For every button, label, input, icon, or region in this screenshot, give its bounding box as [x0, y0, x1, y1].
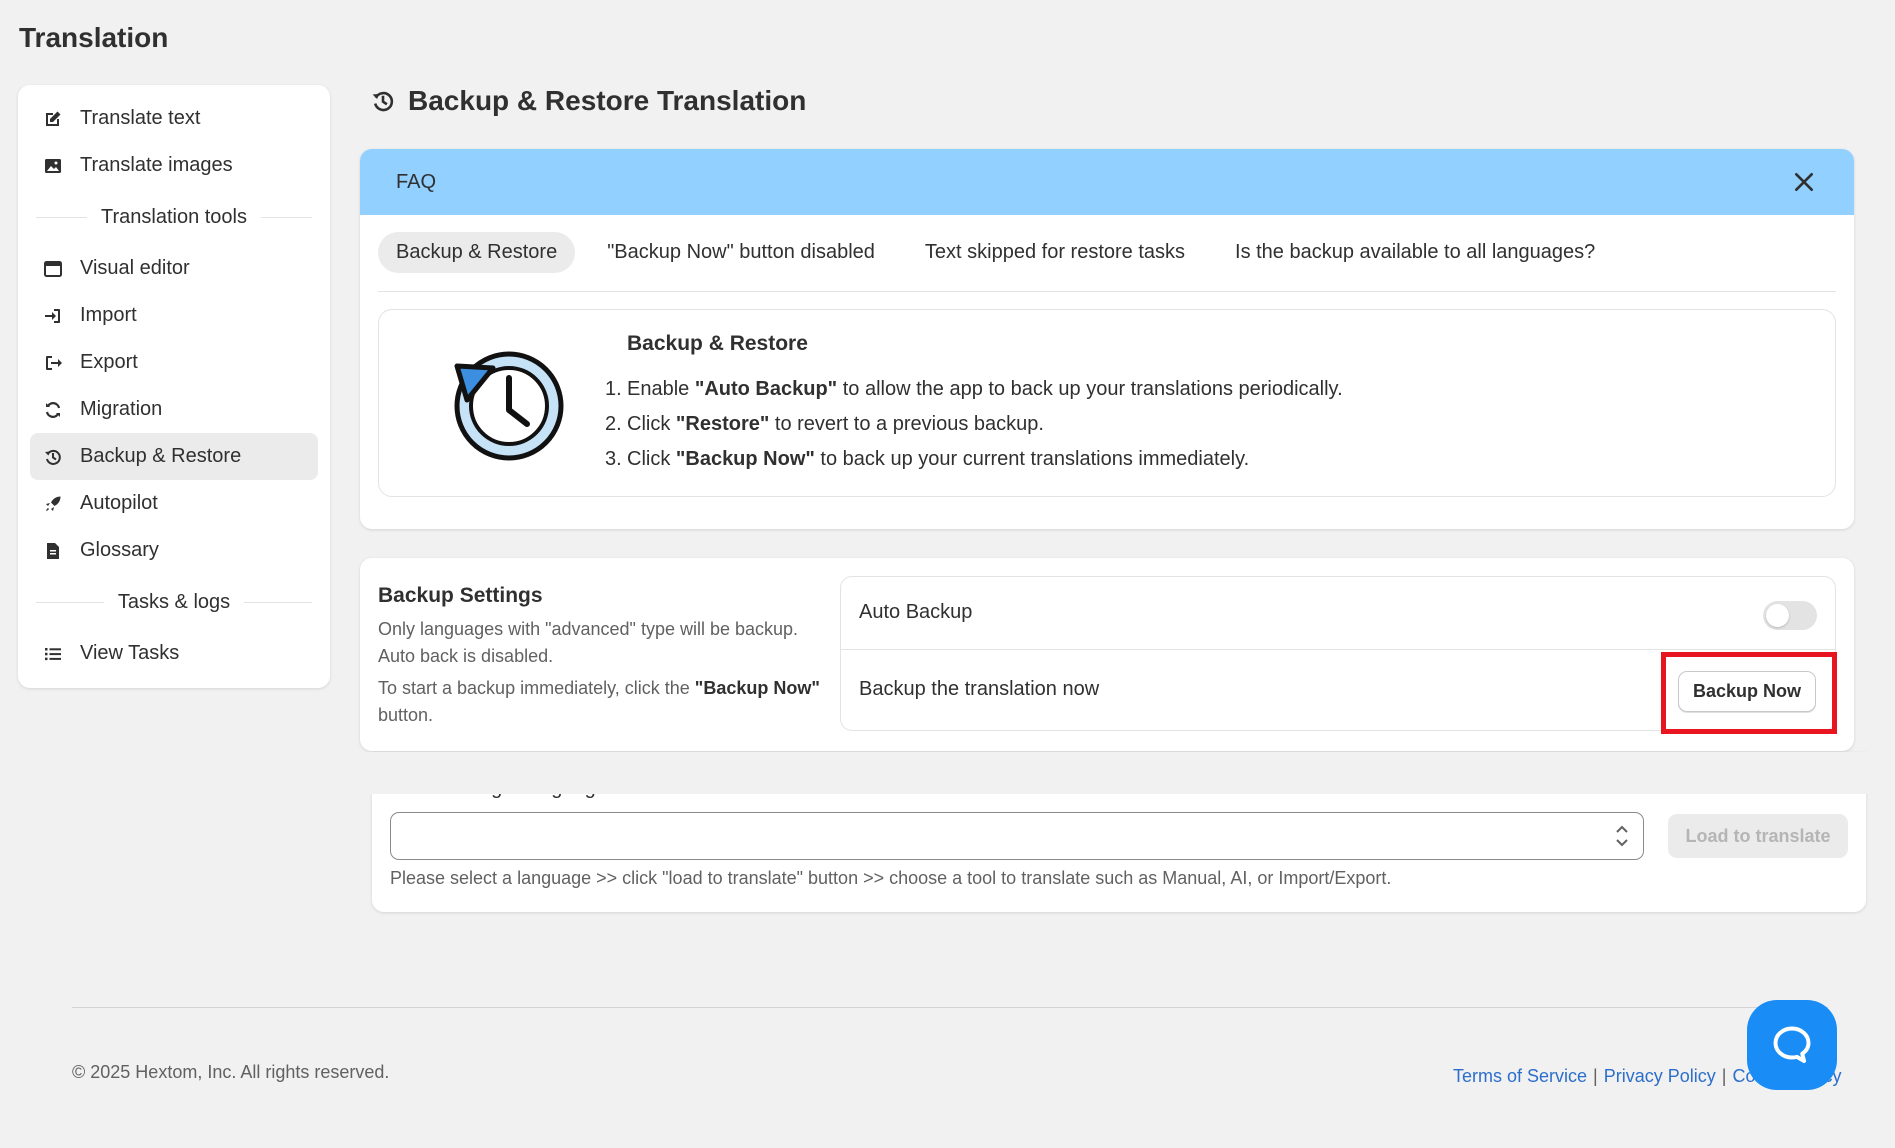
sidebar-item-visual-editor[interactable]: Visual editor [30, 245, 318, 292]
sidebar: Translate text Translate images Translat… [18, 85, 330, 688]
sidebar-item-label: Autopilot [80, 492, 158, 514]
sidebar-item-translate-text[interactable]: Translate text [30, 95, 318, 142]
copyright: © 2025 Hextom, Inc. All rights reserved. [72, 1062, 390, 1082]
faq-title: FAQ [396, 170, 437, 193]
main-title: Backup & Restore Translation [370, 85, 806, 117]
chat-button[interactable] [1747, 1000, 1837, 1090]
section-label: Translation tools [101, 205, 247, 228]
list-icon [42, 643, 64, 665]
section-translation-tools: Translation tools [30, 189, 318, 245]
sidebar-item-label: Migration [80, 398, 163, 420]
target-language-select[interactable] [390, 812, 1644, 860]
backup-settings-title: Backup Settings [378, 584, 543, 607]
footer-divider [72, 1007, 1828, 1008]
close-icon[interactable] [1790, 168, 1818, 196]
sidebar-item-glossary[interactable]: Glossary [30, 527, 318, 574]
browser-window-icon [42, 258, 64, 280]
sidebar-item-migration[interactable]: Migration [30, 386, 318, 433]
section-label: Tasks & logs [117, 590, 231, 613]
faq-content-box: Backup & Restore 1. Enable "Auto Backup" … [378, 309, 1836, 497]
faq-tab-text-skipped[interactable]: Text skipped for restore tasks [907, 232, 1203, 273]
faq-card: FAQ Backup & Restore "Backup Now" button… [360, 149, 1854, 529]
privacy-policy-link[interactable]: Privacy Policy [1604, 1066, 1716, 1086]
edit-icon [42, 108, 64, 130]
sidebar-item-label: View Tasks [80, 642, 180, 664]
backup-now-label: Backup the translation now [859, 678, 1100, 700]
export-icon [42, 352, 64, 374]
sidebar-item-translate-images[interactable]: Translate images [30, 142, 318, 189]
settings-desc-line: Only languages with "advanced" type will… [378, 619, 799, 639]
sidebar-item-autopilot[interactable]: Autopilot [30, 480, 318, 527]
faq-tabs: Backup & Restore "Backup Now" button dis… [378, 232, 1836, 292]
settings-desc-line: To start a backup immediately, click the… [378, 678, 820, 725]
faq-tab-backup-restore[interactable]: Backup & Restore [378, 232, 576, 273]
document-icon [42, 540, 64, 562]
select-arrows-icon [1616, 825, 1628, 847]
sidebar-item-label: Backup & Restore [80, 445, 242, 467]
main-title-text: Backup & Restore Translation [408, 85, 807, 116]
settings-desc-line: Auto back is disabled. [378, 646, 554, 666]
history-icon [372, 91, 394, 112]
backup-settings-card: Backup Settings Only languages with "adv… [360, 558, 1854, 751]
target-language-help: Please select a language >> click "load … [390, 868, 1392, 888]
sidebar-item-label: Translate text [80, 107, 201, 129]
history-icon [42, 446, 64, 468]
terms-of-service-link[interactable]: Terms of Service [1453, 1066, 1587, 1086]
faq-header: FAQ [360, 149, 1854, 215]
backup-restore-illustration [454, 351, 564, 461]
faq-step: 3. Click "Backup Now" to back up your cur… [605, 448, 1250, 470]
backup-now-button[interactable]: Backup Now [1678, 671, 1816, 712]
auto-backup-row: Auto Backup [841, 577, 1835, 650]
sidebar-item-import[interactable]: Import [30, 292, 318, 339]
background-overlap [360, 752, 1880, 794]
faq-step: 1. Enable "Auto Backup" to allow the app … [605, 378, 1343, 400]
sidebar-item-view-tasks[interactable]: View Tasks [30, 630, 318, 677]
sync-icon [42, 399, 64, 421]
page-title: Translation [19, 22, 169, 53]
load-to-translate-button[interactable]: Load to translate [1668, 814, 1848, 858]
backup-settings-description: Backup Settings Only languages with "adv… [378, 584, 838, 729]
faq-tab-backup-all-languages[interactable]: Is the backup available to all languages… [1217, 232, 1613, 273]
image-icon [42, 155, 64, 177]
sidebar-item-label: Glossary [80, 539, 159, 561]
section-tasks-logs: Tasks & logs [30, 574, 318, 630]
faq-content-title: Backup & Restore [627, 332, 808, 355]
sidebar-item-label: Translate images [80, 154, 233, 176]
rocket-icon [42, 493, 64, 515]
chat-bubble-icon [1773, 1026, 1811, 1064]
faq-tab-backup-now-disabled[interactable]: "Backup Now" button disabled [589, 232, 893, 273]
import-icon [42, 305, 64, 327]
faq-content: Backup & Restore 1. Enable "Auto Backup" … [605, 332, 1343, 477]
faq-steps: 1. Enable "Auto Backup" to allow the app … [605, 372, 1343, 477]
sidebar-item-label: Import [80, 304, 137, 326]
faq-step: 2. Click "Restore" to revert to a previou… [605, 413, 1044, 435]
sidebar-item-export[interactable]: Export [30, 339, 318, 386]
auto-backup-label: Auto Backup [859, 601, 973, 623]
sidebar-item-label: Visual editor [80, 257, 190, 279]
sidebar-item-label: Export [80, 351, 138, 373]
auto-backup-toggle[interactable] [1763, 601, 1817, 630]
sidebar-item-backup-restore[interactable]: Backup & Restore [30, 433, 318, 480]
